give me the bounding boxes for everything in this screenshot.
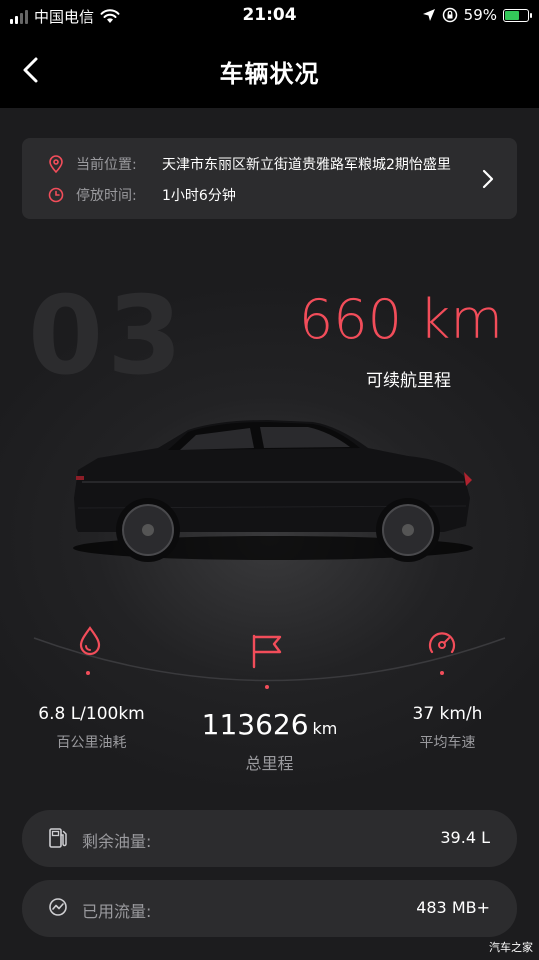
fuel-pump-icon: [49, 828, 67, 848]
current-position-row: 当前位置: 天津市东丽区新立街道贵雅路军粮城2期怡盛里: [48, 154, 451, 174]
page-title: 车辆状况: [219, 60, 320, 88]
data-trend-icon: [49, 898, 67, 916]
battery-icon: [503, 8, 532, 22]
total-mileage-number: 113626: [201, 708, 309, 741]
position-label: 当前位置:: [76, 157, 137, 173]
fuel-drop-icon: [79, 626, 101, 656]
lock-rotation-icon: [442, 7, 457, 23]
data-used-row[interactable]: 已用流量: 483 MB+: [22, 880, 517, 937]
location-card[interactable]: 当前位置: 天津市东丽区新立街道贵雅路军粮城2期怡盛里 停放时间: 1小时6分钟: [22, 138, 517, 219]
total-mileage-label: 总里程: [245, 754, 294, 773]
fuel-remaining-row[interactable]: 剩余油量: 39.4 L: [22, 810, 517, 867]
total-mileage-unit: km: [312, 719, 338, 738]
avg-speed-value: 37 km/h: [412, 704, 483, 724]
range-label: 可续航里程: [366, 371, 451, 391]
fuel-remaining-label: 剩余油量:: [82, 832, 152, 851]
avg-speed-dot: [440, 671, 444, 675]
fuel-remaining-value: 39.4 L: [440, 828, 490, 847]
avg-speed-label: 平均车速: [419, 735, 476, 751]
parked-value: 1小时6分钟: [162, 188, 236, 204]
clock-icon: [48, 187, 64, 203]
battery-percent: 59%: [463, 6, 497, 24]
status-right: 59%: [422, 6, 532, 24]
nav-bar: 车辆状况: [0, 32, 539, 108]
fuel-consumption-dot: [86, 671, 90, 675]
status-bar: 中国电信 21:04 59%: [0, 0, 539, 32]
location-arrow-icon: [422, 9, 435, 21]
map-pin-icon: [49, 155, 63, 173]
position-value: 天津市东丽区新立街道贵雅路军粮城2期怡盛里: [162, 157, 451, 173]
range-value: 660 km: [298, 288, 503, 351]
speedometer-icon: [428, 632, 456, 654]
parked-label: 停放时间:: [76, 188, 137, 204]
flag-icon: [252, 634, 282, 669]
car-image: [73, 420, 473, 562]
total-mileage-dot: [265, 685, 269, 689]
data-used-label: 已用流量:: [82, 902, 152, 921]
parked-time-row: 停放时间: 1小时6分钟: [48, 185, 236, 205]
source-watermark: 汽车之家: [489, 941, 533, 954]
model-watermark: 03: [28, 274, 187, 399]
chevron-right-icon: [482, 169, 494, 189]
main-content: 当前位置: 天津市东丽区新立街道贵雅路军粮城2期怡盛里 停放时间: 1小时6分钟…: [0, 108, 539, 960]
data-used-value: 483 MB+: [416, 898, 490, 917]
